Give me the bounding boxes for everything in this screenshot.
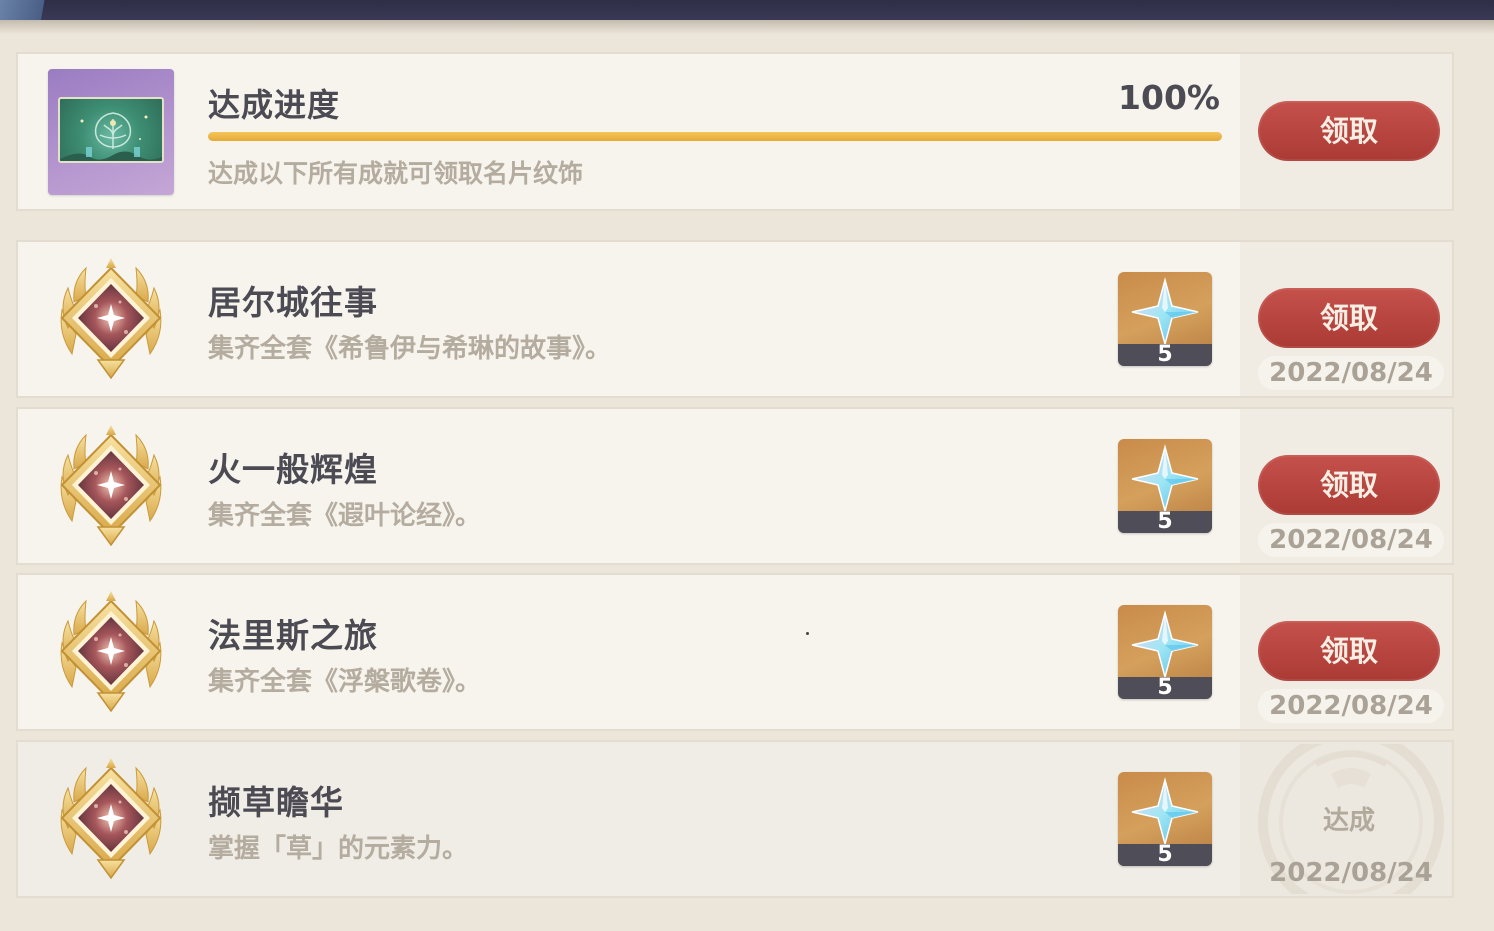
claim-namecard-button[interactable]: 领取 — [1258, 101, 1440, 161]
achievement-date: 2022/08/24 — [1258, 356, 1444, 390]
namecard-image — [58, 97, 164, 163]
achievement-date: 2022/08/24 — [1269, 858, 1433, 888]
claim-button[interactable]: 领取 — [1258, 455, 1440, 515]
achievement-badge-icon — [60, 424, 162, 546]
reward-item[interactable]: 5 — [1118, 439, 1212, 533]
achievement-card: 撷草瞻华 掌握「草」的元素力。 5 达成 2022/08/24 — [16, 740, 1454, 898]
top-bar-shadow — [0, 20, 1494, 34]
progress-bar — [208, 132, 1222, 141]
achievement-card: 火一般辉煌 集齐全套《遐叶论经》。 5 领取 2022/08/24 — [16, 407, 1454, 565]
reward-item[interactable]: 5 — [1118, 772, 1212, 866]
achievement-description: 集齐全套《遐叶论经》。 — [208, 501, 482, 531]
achievement-badge-icon — [60, 257, 162, 379]
reward-item[interactable]: 5 — [1118, 605, 1212, 699]
primogem-icon — [1131, 279, 1199, 344]
progress-title: 达成进度 — [208, 86, 341, 124]
reward-item[interactable]: 5 — [1118, 272, 1212, 366]
achievement-card: 法里斯之旅 集齐全套《浮槃歌卷》。 5 领取 2022/08/24 — [16, 573, 1454, 731]
primogem-icon — [1131, 612, 1199, 677]
namecard-icon — [48, 69, 174, 195]
reward-count: 5 — [1118, 677, 1212, 699]
achievement-description: 集齐全套《希鲁伊与希琳的故事》。 — [208, 334, 612, 364]
achievement-title: 法里斯之旅 — [208, 616, 378, 655]
achievement-description: 掌握「草」的元素力。 — [208, 834, 469, 864]
claim-button[interactable]: 领取 — [1258, 288, 1440, 348]
reward-count: 5 — [1118, 344, 1212, 366]
reward-count: 5 — [1118, 511, 1212, 533]
progress-bar-fill — [208, 132, 1222, 141]
achievement-date: 2022/08/24 — [1258, 689, 1444, 723]
reward-count: 5 — [1118, 844, 1212, 866]
cursor-dot — [806, 632, 809, 635]
progress-description: 达成以下所有成就可领取名片纹饰 — [208, 159, 584, 188]
achievement-title: 撷草瞻华 — [208, 783, 344, 822]
progress-percent: 100% — [1118, 78, 1220, 117]
achievement-badge-icon — [60, 590, 162, 712]
achievement-title: 火一般辉煌 — [208, 450, 378, 489]
achievement-date: 2022/08/24 — [1258, 523, 1444, 557]
achievement-description: 集齐全套《浮槃歌卷》。 — [208, 667, 482, 697]
achievement-badge-icon — [60, 757, 162, 879]
primogem-icon — [1131, 779, 1199, 844]
progress-card: 达成进度 100% 达成以下所有成就可领取名片纹饰 领取 — [16, 52, 1454, 211]
achievement-card: 居尔城往事 集齐全套《希鲁伊与希琳的故事》。 5 领取 2022/08/24 — [16, 240, 1454, 398]
primogem-icon — [1131, 446, 1199, 511]
achievement-title: 居尔城往事 — [208, 283, 378, 322]
claim-button[interactable]: 领取 — [1258, 621, 1440, 681]
top-bar-accent — [0, 0, 70, 20]
top-bar — [0, 0, 1494, 20]
achieved-status: 达成 — [1322, 806, 1375, 836]
